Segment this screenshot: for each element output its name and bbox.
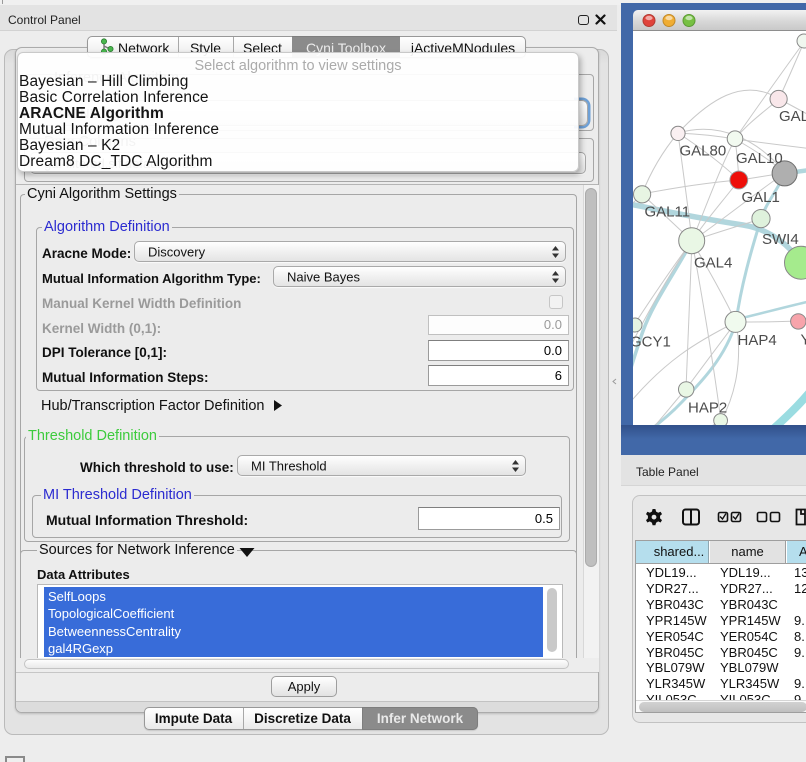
svg-text:GAL4: GAL4 — [694, 255, 732, 272]
svg-text:GAL1: GAL1 — [742, 189, 780, 206]
svg-text:HAP2: HAP2 — [688, 400, 727, 417]
svg-text:GAL80: GAL80 — [680, 143, 727, 160]
svg-text:GCY1: GCY1 — [633, 334, 671, 351]
svg-text:SWI4: SWI4 — [762, 231, 799, 248]
svg-text:GAL: GAL — [779, 108, 806, 125]
svg-text:GAL11: GAL11 — [645, 204, 691, 221]
svg-text:GAL10: GAL10 — [736, 150, 783, 167]
svg-text:HAP4: HAP4 — [738, 332, 777, 349]
svg-text:Y: Y — [801, 332, 806, 349]
